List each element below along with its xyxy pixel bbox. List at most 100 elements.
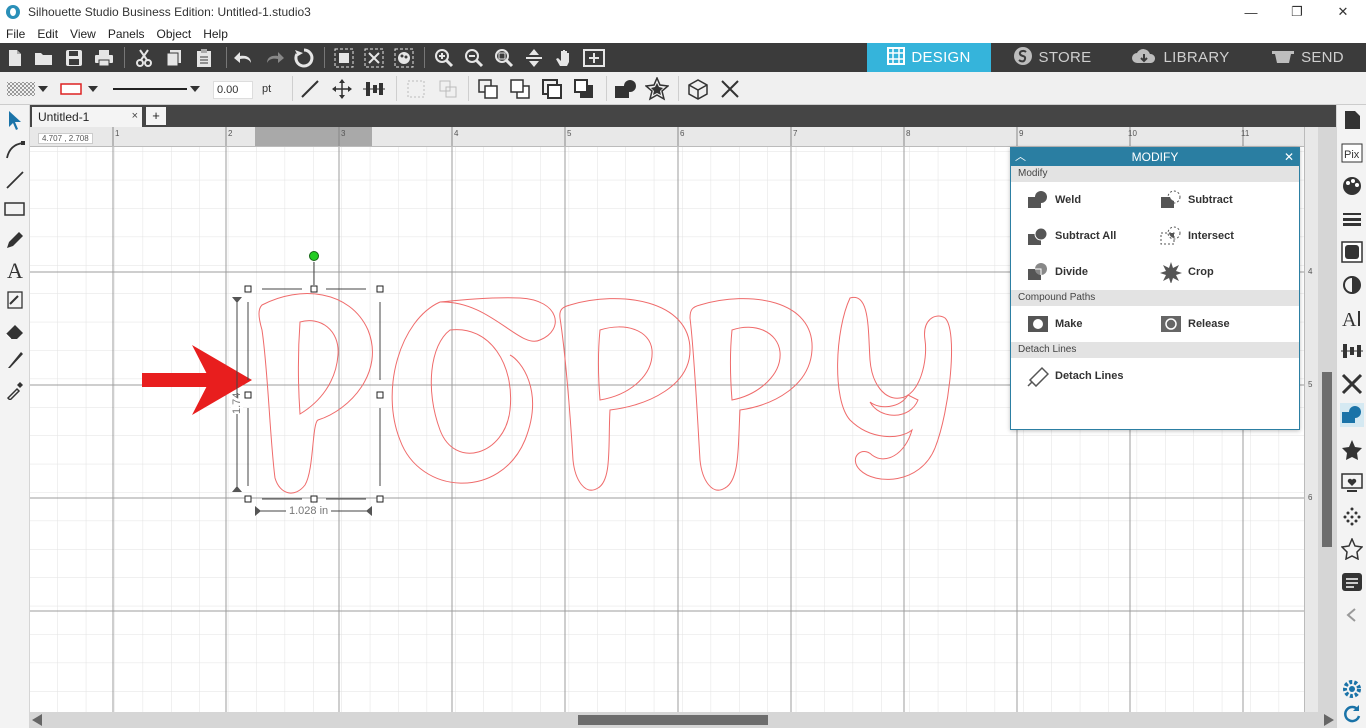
align-panel-icon[interactable] [1340,339,1364,363]
select-by-color-icon[interactable] [393,47,415,69]
weld-toolbar-icon[interactable] [613,77,637,101]
settings-gear-icon[interactable] [1340,677,1364,701]
trace-icon[interactable] [1340,240,1364,264]
scroll-up-panel-icon[interactable] [1340,603,1364,627]
new-document-icon[interactable] [4,47,26,69]
line-draw-icon[interactable] [3,168,27,192]
text-style-icon[interactable]: A [1340,306,1364,330]
subtract-all-button[interactable]: Subtract All [1027,218,1116,254]
menu-edit[interactable]: Edit [31,27,64,41]
detach-lines-button[interactable]: Detach Lines [1027,358,1123,394]
line-color-icon[interactable] [58,77,84,101]
transform-icon[interactable] [1340,372,1364,396]
line-style-dropdown-icon[interactable] [188,77,202,101]
intersect-button[interactable]: Intersect [1160,218,1234,254]
deselect-icon[interactable] [363,47,385,69]
align-icon[interactable] [362,77,386,101]
menu-help[interactable]: Help [197,27,234,41]
vertical-scrollbar[interactable] [1318,127,1336,712]
fill-palette-icon[interactable] [1340,174,1364,198]
move-icon[interactable] [330,77,354,101]
select-all-icon[interactable] [333,47,355,69]
fill-dropdown-icon[interactable] [36,77,50,101]
save-icon[interactable] [63,47,85,69]
tab-store[interactable]: STORE [992,43,1112,72]
ungroup-icon[interactable] [436,77,460,101]
bring-forward-icon[interactable] [540,77,564,101]
contrast-icon[interactable] [1340,273,1364,297]
minimize-button[interactable]: — [1228,0,1274,24]
fill-pattern-icon[interactable] [5,77,37,101]
edit-points-icon[interactable] [3,138,27,162]
cut-icon[interactable] [133,47,155,69]
add-tab-button[interactable]: + [146,107,166,125]
select-arrow-icon[interactable] [3,108,27,132]
3d-box-icon[interactable] [686,77,710,101]
send-backward-icon[interactable] [572,77,596,101]
divide-button[interactable]: Divide [1027,254,1088,290]
release-compound-button[interactable]: Release [1160,306,1230,342]
layers-icon[interactable] [1340,570,1364,594]
favorites-star-icon[interactable] [1340,537,1364,561]
collapse-panel-button[interactable]: ︿ [1015,148,1026,166]
scroll-right-icon[interactable] [1324,714,1334,726]
line-style-panel-icon[interactable] [1340,207,1364,231]
pencil-tool-icon[interactable] [3,228,27,252]
scroll-left-icon[interactable] [32,714,42,726]
tab-send[interactable]: SEND [1249,43,1366,72]
vertical-scroll-thumb[interactable] [1322,372,1332,547]
zoom-select-icon[interactable] [493,47,515,69]
menu-panels[interactable]: Panels [102,27,151,41]
pixscan-icon[interactable]: Pix [1340,141,1364,165]
open-folder-icon[interactable] [33,47,55,69]
replicate-dots-icon[interactable] [1340,504,1364,528]
rectangle-tool-icon[interactable] [3,198,27,222]
tab-design[interactable]: DESIGN [867,43,991,72]
library-heart-icon[interactable] [1340,471,1364,495]
undo-icon[interactable] [233,47,255,69]
line-color-dropdown-icon[interactable] [86,77,100,101]
close-window-button[interactable]: ✕ [1320,0,1366,24]
eraser-tool-icon[interactable] [3,318,27,342]
modify-panel-icon[interactable] [1340,403,1364,427]
fit-to-page-icon[interactable] [523,47,545,69]
print-icon[interactable] [93,47,115,69]
bring-to-front-icon[interactable] [476,77,500,101]
fit-to-window-icon[interactable] [583,47,605,69]
restore-button[interactable]: ❐ [1274,0,1320,24]
offset-star-icon[interactable] [1340,438,1364,462]
paste-icon[interactable] [193,47,215,69]
sync-icon[interactable] [1340,702,1364,726]
menu-object[interactable]: Object [151,27,198,41]
weld-button[interactable]: Weld [1027,182,1081,218]
delete-x-icon[interactable] [718,77,742,101]
menu-view[interactable]: View [64,27,102,41]
menu-file[interactable]: File [0,27,31,41]
group-icon[interactable] [404,77,428,101]
eyedropper-tool-icon[interactable] [3,378,27,402]
tab-library[interactable]: LIBRARY [1113,43,1248,72]
horizontal-scrollbar[interactable] [30,712,1336,728]
page-setup-icon[interactable] [1340,108,1364,132]
subtract-button[interactable]: Subtract [1160,182,1233,218]
copy-icon[interactable] [163,47,185,69]
send-to-back-icon[interactable] [508,77,532,101]
line-weight-input[interactable]: 0.00 [213,81,253,99]
redraw-icon[interactable] [293,47,315,69]
star-offset-icon[interactable] [645,77,669,101]
zoom-in-icon[interactable] [433,47,455,69]
horizontal-scroll-thumb[interactable] [578,715,768,725]
redo-icon[interactable] [263,47,285,69]
document-tab[interactable]: Untitled-1 × [32,107,142,127]
crop-button[interactable]: Crop [1160,254,1214,290]
knife-tool-icon[interactable] [3,348,27,372]
line-tool-icon[interactable] [298,77,322,101]
text-tool-icon[interactable]: A [3,258,27,282]
pan-hand-icon[interactable] [553,47,575,69]
sketch-tool-icon[interactable] [3,288,27,312]
line-style-icon[interactable] [110,77,190,101]
make-compound-button[interactable]: Make [1027,306,1083,342]
close-panel-button[interactable]: ✕ [1284,148,1294,166]
zoom-out-icon[interactable] [463,47,485,69]
close-tab-button[interactable]: × [132,110,138,122]
